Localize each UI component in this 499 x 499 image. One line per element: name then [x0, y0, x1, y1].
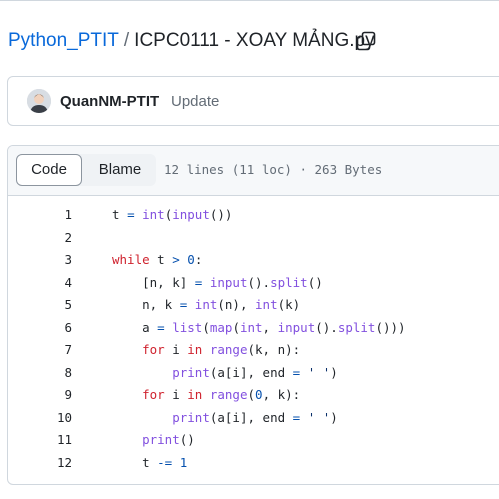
commit-message[interactable]: Update [171, 93, 219, 110]
code-line: 2 [8, 227, 499, 250]
line-number[interactable]: 11 [28, 429, 72, 452]
line-number[interactable]: 9 [28, 384, 72, 407]
line-content: while t > 0: [112, 252, 203, 267]
line-number[interactable]: 7 [28, 339, 72, 362]
author-avatar[interactable] [27, 89, 51, 113]
line-content: for i in range(0, k): [142, 387, 301, 402]
code-line: 6 a = list(map(int, input().split())) [8, 317, 499, 340]
code-line: 10 print(a[i], end = ' ') [8, 407, 499, 430]
line-content: n, k = int(n), int(k) [112, 297, 301, 312]
line-content: print(a[i], end = ' ') [172, 409, 338, 425]
line-content: [n, k] = input().split() [112, 274, 323, 290]
tab-code[interactable]: Code [16, 154, 82, 186]
code-line: 11 print() [8, 429, 499, 452]
tab-blame[interactable]: Blame [84, 154, 156, 186]
line-number[interactable]: 5 [28, 294, 72, 317]
line-number[interactable]: 3 [28, 249, 72, 272]
line-number[interactable]: 12 [28, 452, 72, 475]
line-number[interactable]: 6 [28, 317, 72, 340]
line-number[interactable]: 2 [28, 227, 72, 250]
code-line: 4 [n, k] = input().split() [8, 272, 499, 295]
latest-commit-box: QuanNM-PTIT Update [7, 76, 499, 126]
repo-link[interactable]: Python_PTIT [8, 30, 119, 51]
line-content: print(a[i], end = ' ') [172, 364, 338, 380]
line-content: a = list(map(int, input().split())) [112, 319, 406, 335]
copy-icon[interactable] [356, 31, 376, 51]
line-content: t -= 1 [112, 454, 188, 470]
commit-author-link[interactable]: QuanNM-PTIT [60, 93, 159, 110]
line-number[interactable]: 10 [28, 407, 72, 430]
code-line: 8 print(a[i], end = ' ') [8, 362, 499, 385]
code-view: 1 t = int(input()) 2 3 while t > 0: 4 [n, k] … [8, 204, 499, 474]
code-line: 1 t = int(input()) [8, 204, 499, 227]
file-header: Code Blame 12 lines (11 loc) · 263 Bytes [8, 146, 499, 196]
view-toggle: Code Blame [16, 154, 156, 186]
line-content: print() [142, 432, 195, 447]
page: Python_PTIT / ICPC0111 - XOAY MẢNG.py Quan… [0, 0, 499, 499]
file-name: ICPC0111 - XOAY MẢNG.py [134, 30, 375, 51]
code-line: 5 n, k = int(n), int(k) [8, 294, 499, 317]
code-line: 12 t -= 1 [8, 452, 499, 475]
file-viewer: Code Blame 12 lines (11 loc) · 263 Bytes… [7, 145, 499, 485]
code-line: 9 for i in range(0, k): [8, 384, 499, 407]
code-line: 3 while t > 0: [8, 249, 499, 272]
line-content: t = int(input()) [112, 207, 233, 222]
breadcrumb: Python_PTIT / ICPC0111 - XOAY MẢNG.py [8, 29, 375, 53]
line-content: for i in range(k, n): [142, 342, 301, 357]
file-breadcrumb-bar: Python_PTIT / ICPC0111 - XOAY MẢNG.py [0, 0, 499, 80]
line-number[interactable]: 8 [28, 362, 72, 385]
line-number[interactable]: 4 [28, 272, 72, 295]
code-line: 7 for i in range(k, n): [8, 339, 499, 362]
file-info: 12 lines (11 loc) · 263 Bytes [164, 162, 383, 177]
breadcrumb-separator: / [123, 30, 130, 51]
line-number[interactable]: 1 [28, 204, 72, 227]
